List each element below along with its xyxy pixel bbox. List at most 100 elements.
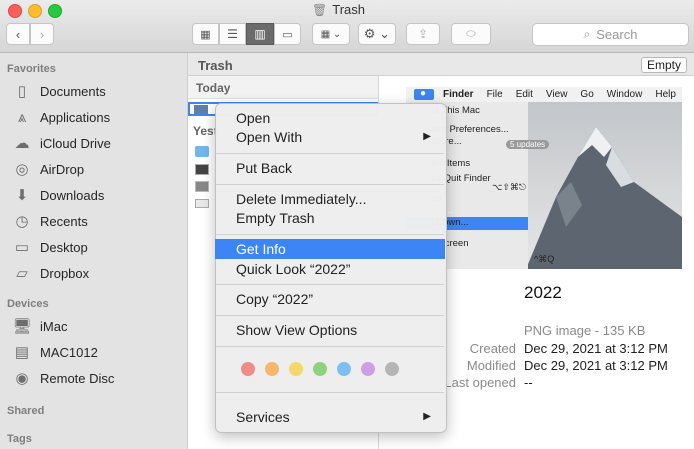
search-icon: ⌕ — [583, 27, 591, 41]
menu-item-show-view-options[interactable]: Show View Options — [215, 320, 445, 340]
tag-color-dot[interactable] — [265, 362, 279, 376]
sidebar-section-devices: Devices — [7, 298, 49, 310]
apple-logo-icon: ● — [420, 88, 427, 99]
sidebar-item-remote-disc[interactable]: ◉ Remote Disc — [12, 367, 114, 389]
thumb-menubar-item: View — [545, 89, 568, 100]
group-icon: ▦ ⌄ — [320, 28, 342, 40]
sidebar-item-label: Documents — [40, 83, 106, 99]
window-title: 🗑 Trash — [312, 2, 365, 17]
menu-item-put-back[interactable]: Put Back — [215, 158, 445, 178]
sidebar-item-documents[interactable]: ▯ Documents — [12, 80, 106, 102]
column-view-button[interactable]: ▥ — [246, 23, 274, 45]
sidebar-item-applications[interactable]: ⩓ Applications — [12, 106, 110, 128]
document-icon[interactable] — [195, 199, 209, 208]
sidebar-item-mac1012[interactable]: ▤ MAC1012 — [12, 341, 98, 363]
menu-item-services[interactable]: Services ▶ — [215, 407, 445, 427]
sidebar-item-label: Dropbox — [40, 265, 90, 281]
sidebar-section-shared: Shared — [7, 405, 45, 417]
thumb-menubar-item: Finder — [443, 89, 474, 100]
sidebar-item-dropbox[interactable]: ▱ Dropbox — [12, 262, 89, 284]
folder-icon: ▱ — [16, 265, 28, 282]
menu-item-label: Services — [236, 409, 290, 425]
sidebar-item-label: iCloud Drive — [40, 135, 111, 151]
yesterday-label: Yest — [193, 124, 218, 138]
preview-filename: 2022 — [524, 283, 562, 302]
disk-icon: ▤ — [14, 344, 30, 361]
thumb-menubar-item: File — [486, 89, 503, 100]
created-value: Dec 29, 2021 at 3:12 PM — [524, 341, 668, 356]
computer-icon: 🖥 — [12, 318, 32, 335]
sidebar-section-tags: Tags — [7, 433, 32, 445]
folder-icon[interactable] — [195, 146, 209, 157]
clock-icon: ◷ — [15, 213, 29, 230]
share-button[interactable]: ⇪ — [406, 23, 440, 45]
tags-button[interactable]: ⬭ — [451, 23, 491, 45]
menu-item-quick-look[interactable]: Quick Look “2022” — [215, 259, 445, 279]
sidebar-item-desktop[interactable]: ▭ Desktop — [12, 236, 88, 258]
back-button[interactable]: ‹ — [6, 23, 30, 45]
tag-color-dot[interactable] — [361, 362, 375, 376]
thumb-updates-badge: 5 updates — [506, 140, 550, 149]
disc-icon: ◉ — [15, 370, 29, 387]
empty-trash-button[interactable]: Empty — [641, 57, 687, 73]
menu-item-empty-trash[interactable]: Empty Trash — [215, 208, 445, 228]
sidebar-section-favorites: Favorites — [7, 63, 56, 75]
preview-kind: PNG image - 135 KB — [524, 323, 646, 338]
document-icon: ▯ — [17, 83, 27, 100]
tag-color-dot[interactable] — [241, 362, 255, 376]
icon-view-button[interactable]: ▦ — [192, 23, 219, 45]
tag-color-dot[interactable] — [289, 362, 303, 376]
today-label: Today — [196, 81, 231, 95]
sidebar-item-recents[interactable]: ◷ Recents — [12, 210, 87, 232]
gallery-view-button[interactable]: ▭ — [274, 23, 301, 45]
sidebar-item-downloads[interactable]: ⬇ Downloads — [12, 184, 105, 206]
submenu-arrow-icon: ▶ — [423, 411, 431, 422]
download-icon: ⬇ — [15, 187, 29, 204]
menu-item-open-with[interactable]: Open With ▶ — [215, 127, 445, 147]
minimize-window-button[interactable] — [28, 4, 42, 18]
menu-item-label: Quick Look “2022” — [236, 261, 351, 277]
zoom-window-button[interactable] — [48, 4, 62, 18]
sidebar-item-label: Downloads — [40, 187, 105, 203]
search-field[interactable]: ⌕ Search — [532, 23, 689, 46]
menu-item-label: Show View Options — [236, 322, 358, 338]
gear-icon: ⚙ ⌄ — [363, 26, 391, 41]
sidebar-item-label: Applications — [40, 109, 111, 125]
sidebar-item-label: Remote Disc — [40, 370, 115, 386]
sidebar-item-label: MAC1012 — [40, 344, 98, 360]
menu-item-label: Empty Trash — [236, 210, 315, 226]
forward-button[interactable]: › — [30, 23, 54, 45]
menu-item-label: Put Back — [236, 160, 293, 176]
close-window-button[interactable] — [8, 4, 22, 18]
submenu-arrow-icon: ▶ — [423, 131, 431, 142]
trash-icon: 🗑 — [312, 2, 328, 17]
menu-item-open[interactable]: Open — [215, 108, 445, 128]
sidebar-item-icloud-drive[interactable]: ☁ iCloud Drive — [12, 132, 111, 154]
applications-icon: ⩓ — [17, 108, 27, 126]
sidebar-item-label: iMac — [40, 318, 68, 334]
chevron-left-icon: ‹ — [15, 26, 21, 42]
list-view-button[interactable]: ☰ — [219, 23, 246, 45]
screenshot-file-icon[interactable] — [195, 164, 209, 175]
menu-item-get-info[interactable]: Get Info — [215, 239, 445, 259]
columns-icon: ▥ — [254, 27, 266, 41]
sidebar-item-airdrop[interactable]: ◎ AirDrop — [12, 158, 84, 180]
menu-item-delete-immediately[interactable]: Delete Immediately... — [215, 189, 445, 209]
tag-color-dot[interactable] — [337, 362, 351, 376]
sidebar-item-imac[interactable]: 🖥 iMac — [12, 315, 67, 337]
action-button[interactable]: ⚙ ⌄ — [358, 23, 396, 45]
menu-item-label: Open — [236, 110, 271, 126]
tag-color-dot[interactable] — [385, 362, 399, 376]
thumb-menubar-item: Help — [655, 89, 676, 100]
image-file-icon — [194, 105, 208, 114]
tag-color-dot[interactable] — [313, 362, 327, 376]
menu-item-copy[interactable]: Copy “2022” — [215, 289, 445, 309]
share-icon: ⇪ — [417, 27, 429, 41]
desktop-icon: ▭ — [14, 239, 30, 256]
chevron-right-icon: › — [39, 26, 45, 42]
menu-separator — [216, 284, 444, 285]
grid-icon: ▦ — [200, 28, 211, 41]
image-file-icon[interactable] — [195, 181, 209, 192]
menu-separator — [216, 184, 444, 185]
group-by-button[interactable]: ▦ ⌄ — [312, 23, 350, 45]
